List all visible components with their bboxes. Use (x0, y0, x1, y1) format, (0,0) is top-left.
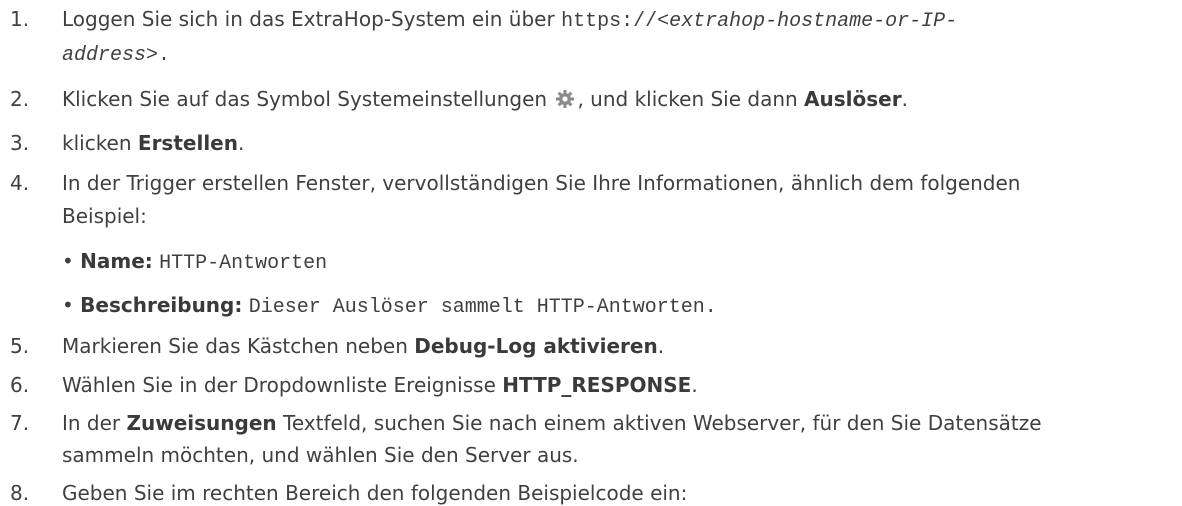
step-number: 3. (10, 131, 30, 155)
step-text: In der Trigger erstellen Fenster, vervol… (62, 171, 1021, 195)
step-number: 7. (10, 411, 30, 435)
document-body: 1. Loggen Sie sich in das ExtraHop-Syste… (10, 7, 1042, 505)
bold-term: Debug-Log aktivieren (414, 334, 658, 358)
gear-icon (555, 89, 575, 109)
step-text: Wählen Sie in der Dropdownliste Ereignis… (62, 373, 503, 397)
url-placeholder: <extrahop-hostname-or-IP- (657, 10, 958, 33)
step-text: Loggen Sie sich in das ExtraHop-System e… (62, 7, 562, 31)
bold-term: HTTP_RESPONSE (502, 373, 692, 397)
step-text-2: , und klicken Sie dann (577, 87, 805, 111)
bold-term: Auslöser (804, 87, 902, 111)
step-number: 6. (10, 373, 30, 397)
step-text-cont: Beispiel: (62, 204, 147, 228)
url-placeholder-cont: address (62, 44, 147, 67)
step-text: In der (62, 411, 127, 435)
bold-term: Zuweisungen (126, 411, 277, 435)
url-code: https:// (561, 10, 658, 33)
step-text-cont: sammeln möchten, und wählen Sie den Serv… (62, 443, 579, 467)
step-number: 8. (10, 481, 30, 505)
step-number: 2. (10, 87, 30, 111)
step-number: 1. (10, 7, 30, 31)
list-item: • Beschreibung: Dieser Auslöser sammelt … (62, 293, 717, 319)
field-value: HTTP-Antworten (159, 252, 328, 275)
step-text: Klicken Sie auf das Symbol Systemeinstel… (62, 87, 554, 111)
list-item: • Name: HTTP-Antworten (62, 249, 328, 275)
field-label: Name: (80, 249, 153, 273)
url-placeholder-end: >. (146, 44, 171, 67)
field-label: Beschreibung: (80, 293, 243, 317)
step-text: klicken (62, 131, 138, 155)
step-number: 5. (10, 334, 30, 358)
step-text: Markieren Sie das Kästchen neben (62, 334, 415, 358)
step-text-2: Textfeld, suchen Sie nach einem aktiven … (276, 411, 1042, 435)
bold-term: Erstellen (137, 131, 238, 155)
step-number: 4. (10, 171, 30, 195)
field-value: Dieser Auslöser sammelt HTTP-Antworten. (248, 296, 717, 319)
step-text: Geben Sie im rechten Bereich den folgend… (62, 481, 688, 505)
